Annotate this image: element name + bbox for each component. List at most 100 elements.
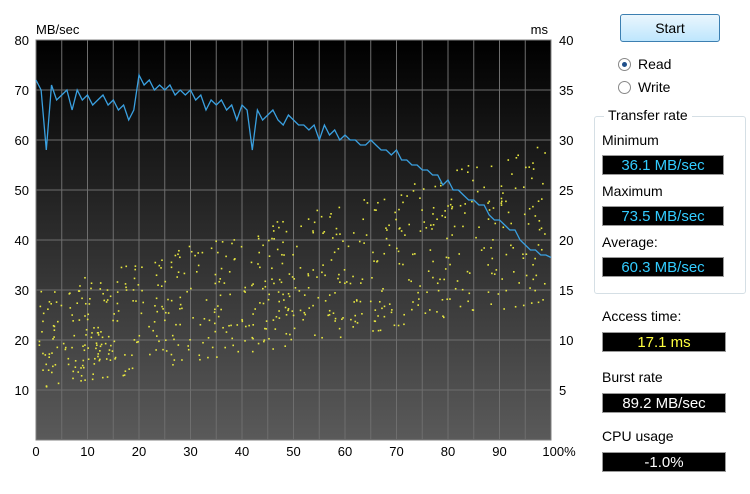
- maximum-label: Maximum: [602, 183, 663, 199]
- access-time-point: [97, 326, 99, 329]
- access-time-point: [535, 274, 538, 277]
- access-time-point: [359, 300, 362, 303]
- access-time-point: [93, 363, 96, 365]
- start-button[interactable]: Start: [620, 14, 720, 42]
- access-time-point: [167, 312, 170, 314]
- access-time-point: [172, 363, 174, 366]
- access-time-point: [522, 253, 524, 256]
- access-time-point: [354, 314, 357, 317]
- access-time-point: [338, 327, 341, 330]
- access-time-point: [91, 332, 93, 334]
- access-time-point: [215, 240, 218, 243]
- access-time-point: [430, 224, 432, 226]
- access-time-point: [515, 157, 518, 159]
- access-time-point: [164, 339, 167, 342]
- access-time-point: [262, 302, 265, 305]
- access-time-point: [283, 299, 285, 301]
- access-time-point: [444, 216, 447, 219]
- access-time-point: [339, 233, 341, 235]
- access-time-point: [278, 226, 280, 229]
- access-time-point: [160, 285, 163, 288]
- access-time-point: [441, 214, 444, 217]
- access-time-point: [83, 349, 86, 352]
- access-time-point: [170, 266, 173, 269]
- access-time-point: [267, 298, 270, 301]
- access-time-point: [99, 282, 102, 284]
- access-time-point: [278, 278, 281, 281]
- access-time-point: [170, 299, 173, 302]
- access-time-point: [312, 269, 315, 271]
- access-time-point: [45, 385, 48, 387]
- access-time-point: [525, 253, 528, 256]
- access-time-point: [157, 284, 159, 286]
- access-time-point: [523, 213, 526, 216]
- access-time-point: [109, 295, 112, 298]
- access-time-point: [128, 368, 131, 370]
- access-time-point: [330, 259, 333, 261]
- access-time-point: [294, 287, 297, 289]
- access-time-point: [492, 239, 494, 241]
- write-radio[interactable]: Write: [618, 79, 670, 95]
- x-tick-label: 70: [389, 444, 403, 459]
- access-time-point: [298, 290, 301, 292]
- access-time-point: [377, 329, 380, 332]
- access-time-point: [197, 264, 200, 267]
- access-time-point: [273, 238, 275, 240]
- access-time-point: [60, 304, 63, 307]
- access-time-point: [330, 213, 332, 215]
- access-time-point: [116, 281, 119, 283]
- access-time-point: [510, 244, 512, 247]
- access-time-point: [347, 245, 350, 248]
- access-time-point: [124, 283, 127, 285]
- access-time-point: [344, 282, 346, 285]
- access-time-point: [307, 286, 310, 289]
- access-time-point: [47, 369, 50, 372]
- access-time-point: [77, 371, 80, 373]
- access-time-point: [108, 349, 111, 351]
- access-time-point: [102, 292, 104, 295]
- x-tick-label: 0: [32, 444, 39, 459]
- access-time-point: [487, 218, 490, 220]
- access-time-point: [112, 319, 114, 322]
- read-radio[interactable]: Read: [618, 56, 671, 72]
- y-right-axis-label: ms: [531, 22, 549, 37]
- access-time-point: [468, 272, 471, 274]
- access-time-point: [532, 278, 535, 281]
- access-time-point: [95, 347, 97, 350]
- access-time-point: [179, 308, 181, 310]
- y-left-tick-label: 30: [15, 283, 29, 298]
- access-time-point: [82, 366, 85, 369]
- access-time-point: [183, 272, 186, 275]
- access-time-point: [439, 278, 441, 281]
- access-time-point: [99, 288, 102, 290]
- access-time-point: [225, 255, 227, 258]
- access-time-point: [493, 273, 496, 275]
- access-time-point: [229, 293, 231, 296]
- access-time-point: [84, 344, 86, 346]
- access-time-point: [202, 341, 204, 344]
- access-time-point: [50, 302, 52, 305]
- access-time-point: [500, 197, 503, 200]
- access-time-point: [412, 253, 414, 256]
- access-time-point: [167, 298, 169, 301]
- access-time-point: [250, 261, 253, 264]
- access-time-point: [134, 268, 137, 271]
- average-value: 60.3 MB/sec: [602, 257, 724, 277]
- access-time-point: [532, 162, 534, 164]
- access-time-point: [181, 359, 183, 361]
- access-time-point: [358, 240, 361, 243]
- access-time-point: [251, 336, 254, 339]
- access-time-point: [90, 282, 93, 285]
- access-time-point: [381, 290, 383, 292]
- access-time-point: [278, 300, 281, 303]
- access-time-point: [361, 312, 363, 315]
- access-time-point: [313, 221, 316, 224]
- access-time-point: [461, 288, 464, 291]
- access-time-point: [94, 357, 96, 360]
- access-time-point: [90, 287, 92, 290]
- access-time-point: [271, 278, 273, 281]
- access-time-point: [492, 207, 495, 209]
- access-time-point: [537, 301, 540, 304]
- access-time-point: [483, 247, 485, 249]
- access-time-point: [502, 226, 505, 229]
